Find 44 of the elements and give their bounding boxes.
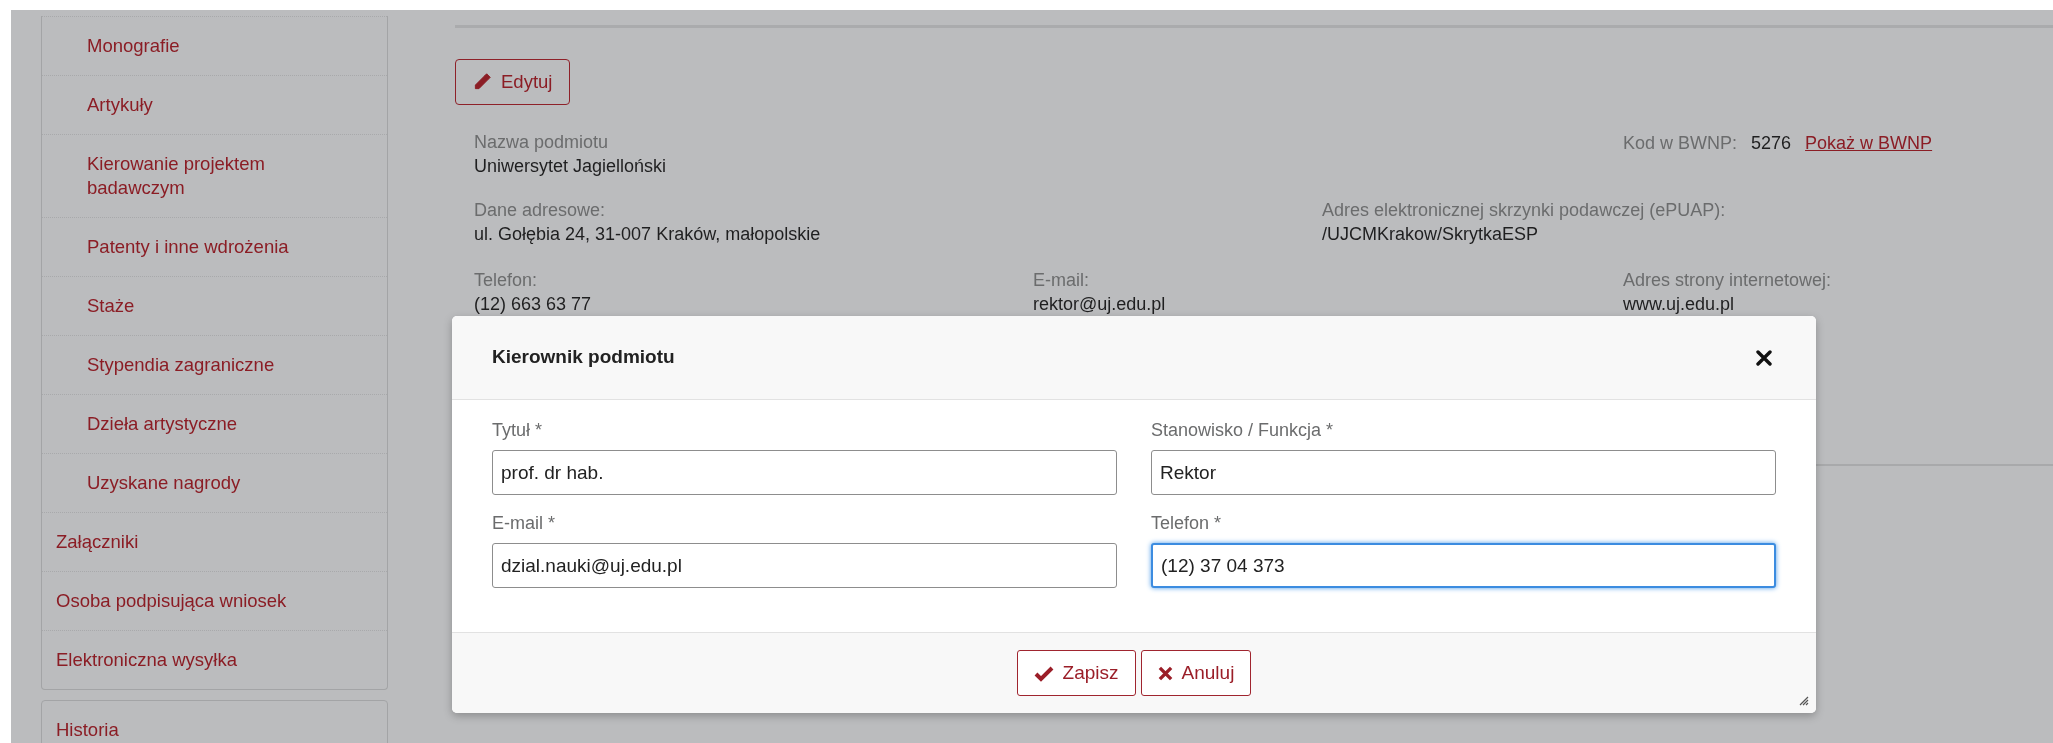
input-field[interactable]: dzial.nauki@uj.edu.pl (492, 543, 1117, 588)
field-label: Dane adresowe: (474, 198, 607, 222)
field-label: Kod w BWNP: (1623, 131, 1738, 155)
checkmark-icon (1033, 664, 1054, 682)
resize-grip-icon[interactable] (1799, 696, 1809, 706)
field-label: Adres strony internetowej: (1623, 268, 1833, 292)
field-label: Nazwa podmiotu (474, 130, 610, 154)
field-value: rektor@uj.edu.pl (1033, 292, 1167, 316)
sidebar-subitem[interactable]: Staże (42, 276, 387, 335)
save-button[interactable]: Zapisz (1016, 650, 1136, 696)
cancel-button[interactable]: Anuluj (1140, 650, 1252, 696)
sidebar-subitem[interactable]: Kierowanie projektem badawczym (42, 134, 387, 217)
field-label: E-mail * (492, 512, 556, 535)
field-value: ul. Gołębia 24, 31-007 Kraków, małopolskie (474, 222, 822, 246)
field-label: Telefon: (474, 268, 539, 292)
sidebar-item[interactable]: Osoba podpisująca wniosek (42, 571, 387, 630)
field-value: /UJCMKrakow/SkrytkaESP (1322, 222, 1540, 246)
sidebar-subitem[interactable]: Stypendia zagraniczne (42, 335, 387, 394)
close-icon (1157, 665, 1173, 681)
field-label: Telefon * (1151, 512, 1223, 535)
sidebar-item[interactable]: Elektroniczna wysyłka (42, 630, 387, 689)
sidebar-subitem[interactable]: Uzyskane nagrody (42, 453, 387, 512)
modal-title: Kierownik podmiotu (492, 345, 675, 370)
sidebar-subitem[interactable]: Patenty i inne wdrożenia (42, 217, 387, 276)
bwnp-link[interactable]: Pokaż w BWNP (1805, 129, 1933, 157)
close-icon (1756, 349, 1772, 366)
field-label: Stanowisko / Funkcja * (1151, 419, 1335, 442)
field-value: Uniwersytet Jagielloński (474, 154, 668, 178)
sidebar-item[interactable]: Załączniki (42, 512, 387, 571)
sidebar-subitem[interactable]: Artykuły (42, 75, 387, 134)
edit-button[interactable]: Edytuj (455, 59, 571, 105)
input-field[interactable]: (12) 37 04 373 (1151, 543, 1776, 588)
field-value: 5276 (1751, 131, 1792, 155)
field-label: Tytuł * (492, 419, 544, 442)
field-value: www.uj.edu.pl (1623, 292, 1736, 316)
field-label: Adres elektronicznej skrzynki podawczej (ePUAP): (1322, 198, 1727, 222)
field-value: (12) 663 63 77 (474, 292, 593, 316)
field-label: E-mail: (1033, 268, 1090, 292)
input-field[interactable]: prof. dr hab. (492, 450, 1117, 495)
input-field[interactable]: Rektor (1151, 450, 1776, 495)
pencil-icon (473, 72, 492, 92)
sidebar-subitem[interactable]: Dzieła artystyczne (42, 394, 387, 453)
sidebar-subitem[interactable]: Monografie (42, 16, 387, 75)
sidebar-item[interactable]: Historia (42, 701, 387, 743)
